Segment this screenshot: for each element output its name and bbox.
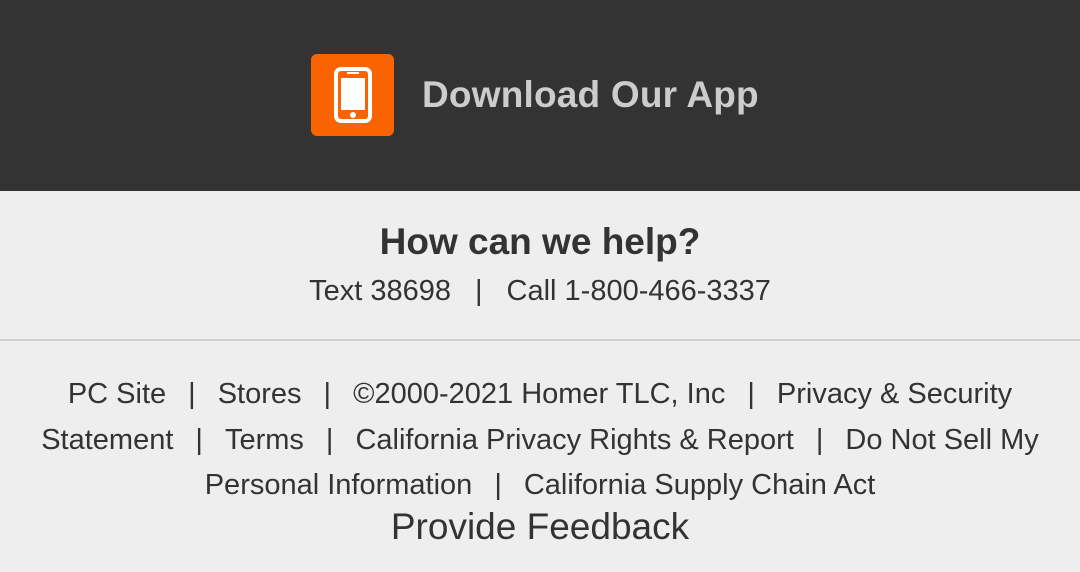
- separator: |: [323, 378, 332, 410]
- stores-link[interactable]: Stores: [218, 378, 302, 410]
- feedback-section: Provide Feedback: [0, 506, 1080, 548]
- supply-chain-link[interactable]: California Supply Chain Act: [524, 469, 875, 501]
- download-app-label: Download Our App: [422, 74, 759, 115]
- terms-link[interactable]: Terms: [225, 424, 304, 456]
- text-number-link[interactable]: Text 38698: [309, 275, 451, 308]
- smartphone-icon: [311, 54, 394, 136]
- footer-links: PC Site | Stores | ©2000-2021 Homer TLC, Inc…: [30, 372, 1050, 509]
- separator: |: [747, 378, 755, 410]
- help-section: How can we help? Text 38698 | Call 1-800-4…: [0, 191, 1080, 341]
- help-contact-line: Text 38698 | Call 1-800-466-3337: [0, 275, 1080, 308]
- separator: |: [195, 423, 203, 456]
- copyright-text: ©2000-2021 Homer TLC, Inc: [353, 378, 726, 410]
- provide-feedback-link[interactable]: Provide Feedback: [391, 506, 689, 547]
- call-number-link[interactable]: Call 1-800-466-3337: [507, 275, 771, 308]
- separator: |: [474, 275, 483, 307]
- separator: |: [494, 469, 502, 501]
- download-app-link[interactable]: Download Our App: [311, 54, 759, 136]
- separator: |: [325, 423, 334, 456]
- california-privacy-link[interactable]: California Privacy Rights & Report: [355, 424, 793, 456]
- pc-site-link[interactable]: PC Site: [68, 378, 166, 410]
- separator: |: [188, 378, 196, 410]
- app-banner: Download Our App: [0, 0, 1080, 191]
- help-heading: How can we help?: [379, 221, 701, 262]
- separator: |: [815, 423, 824, 456]
